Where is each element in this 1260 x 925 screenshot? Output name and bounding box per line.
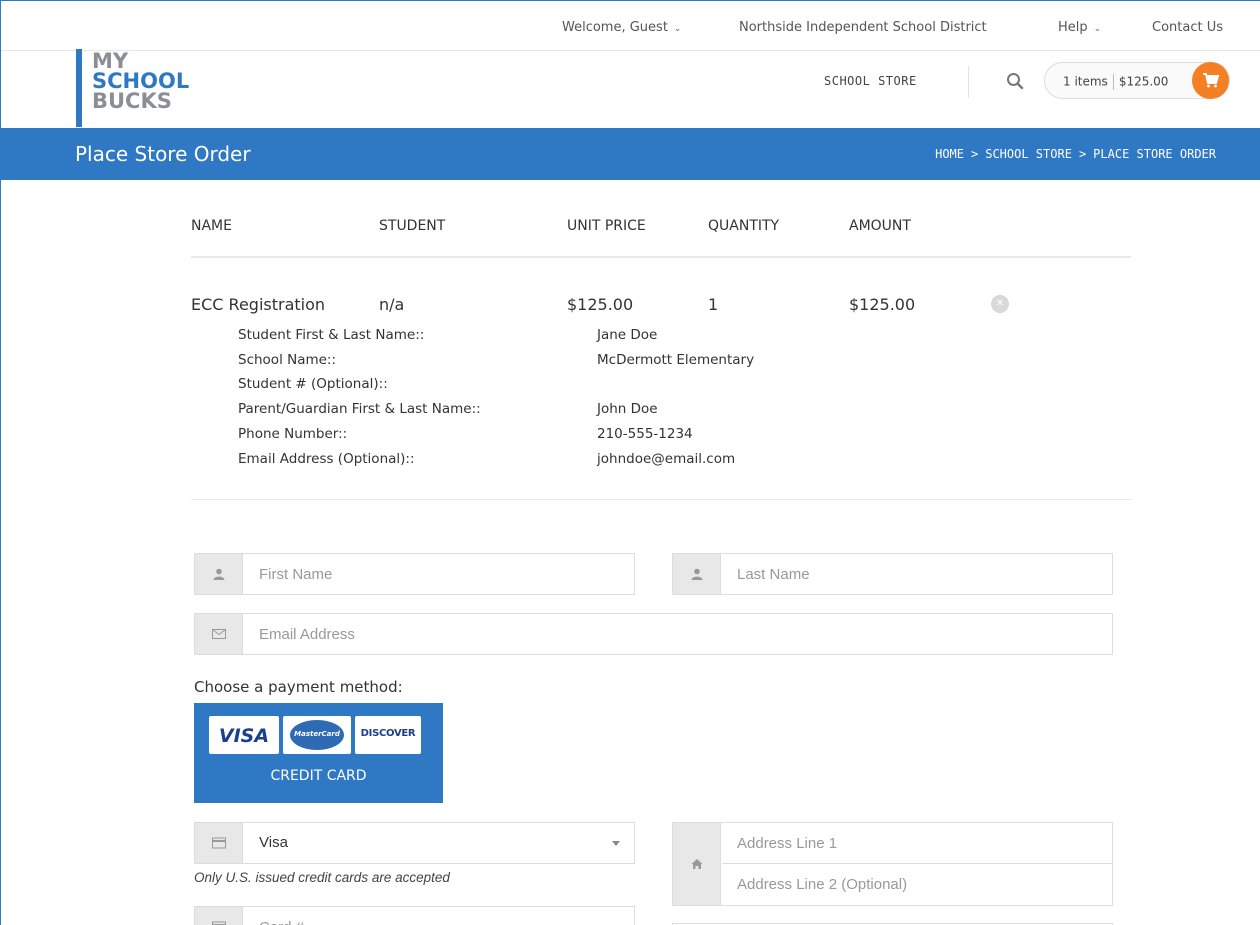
email-field — [194, 613, 1113, 655]
breadcrumb-home[interactable]: HOME — [935, 147, 964, 161]
header-divider — [191, 256, 1131, 258]
mastercard-logo: MasterCard — [283, 716, 351, 754]
welcome-label: Welcome, Guest — [562, 20, 668, 35]
remove-item-close-icon[interactable]: ✕ — [991, 295, 1009, 313]
first-name-field — [194, 553, 635, 595]
credit-card-icon — [195, 823, 243, 863]
cart-items-count: 1 items — [1063, 74, 1108, 89]
page-title: Place Store Order — [75, 142, 251, 166]
logo-line-3: BUCKS — [92, 89, 172, 113]
detail-value: johndoe@email.com — [597, 451, 736, 467]
dropdown-arrow-icon — [612, 841, 620, 846]
credit-card-icon — [195, 907, 243, 925]
breadcrumb-current: PLACE STORE ORDER — [1093, 147, 1216, 161]
credit-card-label: CREDIT CARD — [270, 768, 367, 784]
email-input[interactable] — [244, 614, 1104, 654]
breadcrumb-school-store[interactable]: SCHOOL STORE — [985, 147, 1072, 161]
chevron-down-icon: ⌄ — [673, 24, 682, 34]
card-number-field — [194, 906, 635, 925]
logo-text: MY SCHOOL BUCKS — [92, 49, 190, 113]
column-header-quantity: QUANTITY — [708, 218, 780, 234]
item-name: ECC Registration — [191, 295, 326, 314]
cart-total: $125.00 — [1118, 74, 1169, 89]
cart-icon[interactable] — [1192, 62, 1229, 99]
top-bar: Welcome, Guest ⌄ Northside Independent Sc… — [1, 1, 1260, 51]
detail-label: Student # (Optional):: — [238, 376, 388, 392]
envelope-icon — [195, 614, 243, 654]
detail-value: 210-555-1234 — [597, 426, 693, 442]
help-label: Help — [1058, 20, 1088, 35]
credit-card-button[interactable]: VISA MasterCard DISCOVER CREDIT CARD — [194, 703, 443, 803]
detail-label: Student First & Last Name:: — [238, 327, 425, 343]
cart-text: 1 items $125.00 — [1063, 74, 1168, 90]
address-line-1-input[interactable] — [722, 823, 1112, 864]
home-icon — [673, 823, 721, 905]
detail-label: Email Address (Optional):: — [238, 451, 415, 467]
user-icon — [195, 554, 243, 594]
last-name-field — [672, 553, 1113, 595]
detail-label: Phone Number:: — [238, 426, 348, 442]
school-store-link[interactable]: SCHOOL STORE — [824, 74, 917, 88]
visa-logo: VISA — [209, 716, 279, 754]
help-menu[interactable]: Help ⌄ — [1058, 20, 1101, 35]
chevron-down-icon: ⌄ — [1093, 24, 1102, 34]
card-type-select[interactable]: Visa — [194, 822, 635, 864]
address-line-2-input[interactable] — [722, 864, 1112, 905]
card-number-input[interactable] — [244, 907, 634, 925]
detail-value: John Doe — [597, 401, 658, 417]
logo-bar — [76, 49, 82, 127]
first-name-input[interactable] — [244, 554, 634, 594]
column-header-unit-price: UNIT PRICE — [567, 218, 646, 234]
detail-label: School Name:: — [238, 352, 337, 368]
district-link[interactable]: Northside Independent School District — [739, 20, 987, 35]
row-divider — [191, 499, 1131, 500]
payment-method-label: Choose a payment method: — [194, 678, 403, 696]
contact-link[interactable]: Contact Us — [1152, 20, 1223, 35]
page-title-band: Place Store Order HOME > SCHOOL STORE > PLAC… — [1, 128, 1260, 180]
card-type-value: Visa — [259, 834, 288, 851]
last-name-input[interactable] — [722, 554, 1112, 594]
breadcrumb-separator: > — [1078, 147, 1087, 161]
page-frame: Welcome, Guest ⌄ Northside Independent Sc… — [0, 0, 1260, 925]
discover-logo: DISCOVER — [355, 716, 421, 754]
breadcrumb-separator: > — [971, 147, 979, 161]
address-field-group — [672, 822, 1113, 906]
breadcrumb: HOME > SCHOOL STORE > PLACE STORE ORDER — [935, 147, 1216, 161]
item-amount: $125.00 — [849, 295, 916, 314]
detail-value: Jane Doe — [597, 327, 658, 343]
item-unit-price: $125.00 — [567, 295, 634, 314]
card-note: Only U.S. issued credit cards are accept… — [194, 870, 450, 885]
welcome-menu[interactable]: Welcome, Guest ⌄ — [562, 20, 681, 35]
nav-divider — [968, 66, 969, 98]
user-icon — [673, 554, 721, 594]
column-header-name: NAME — [191, 218, 232, 234]
detail-label: Parent/Guardian First & Last Name:: — [238, 401, 481, 417]
search-icon[interactable] — [1006, 72, 1024, 90]
column-header-student: STUDENT — [379, 218, 446, 234]
item-quantity: 1 — [708, 295, 719, 314]
logo-line-1: MY — [92, 49, 129, 73]
item-student: n/a — [379, 295, 405, 314]
cart-summary[interactable]: 1 items $125.00 — [1044, 62, 1230, 99]
column-header-amount: AMOUNT — [849, 218, 911, 234]
detail-value: McDermott Elementary — [597, 352, 755, 368]
logo-line-2: SCHOOL — [92, 69, 190, 93]
